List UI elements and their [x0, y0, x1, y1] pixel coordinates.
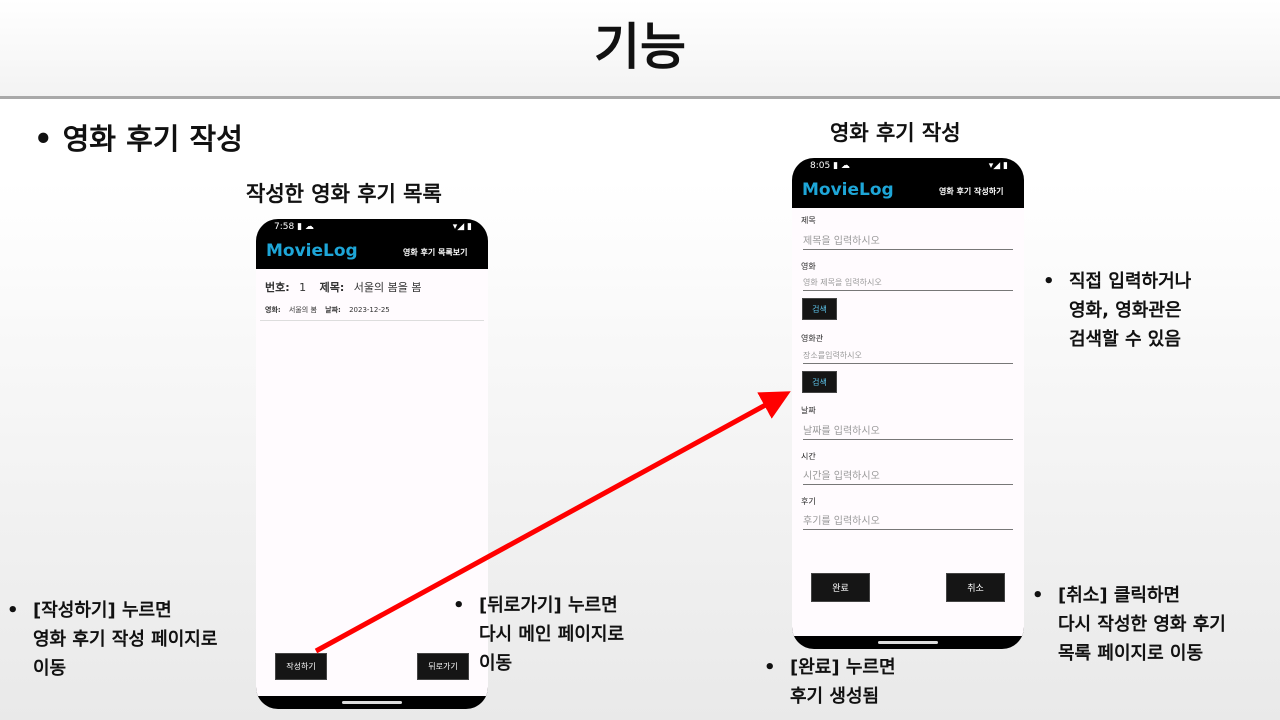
note-search: • 직접 입력하거나 영화, 영화관은 검색할 수 있음 — [1043, 267, 1192, 354]
note-line: 이동 — [33, 658, 67, 679]
note-line: [취소] 클릭하면 — [1058, 585, 1181, 606]
note-done-button: • [완료] 누르면 후기 생성됨 — [764, 653, 896, 711]
bullet-dot: • — [453, 595, 465, 616]
note-cancel-button: • [취소] 클릭하면 다시 작성한 영화 후기 목록 페이지로 이동 — [1032, 581, 1226, 668]
bullet-dot: • — [764, 657, 776, 678]
note-line: 영화 후기 작성 페이지로 — [33, 629, 218, 650]
note-line: [뒤로가기] 누르면 — [479, 595, 618, 616]
note-line: [작성하기] 누르면 — [33, 600, 172, 621]
note-line: 다시 메인 페이지로 — [479, 624, 625, 645]
note-line: 검색할 수 있음 — [1069, 329, 1181, 350]
note-line: 다시 작성한 영화 후기 — [1058, 614, 1226, 635]
note-line: 목록 페이지로 이동 — [1058, 643, 1204, 664]
bullet-dot: • — [1032, 585, 1044, 606]
bullet-dot: • — [1043, 271, 1055, 292]
note-line: 후기 생성됨 — [790, 686, 880, 707]
note-line: 이동 — [479, 653, 513, 674]
bullet-dot: • — [7, 600, 19, 621]
note-line: 영화, 영화관은 — [1069, 300, 1182, 321]
note-back-button: • [뒤로가기] 누르면 다시 메인 페이지로 이동 — [453, 591, 625, 678]
note-line: [완료] 누르면 — [790, 657, 896, 678]
note-line: 직접 입력하거나 — [1069, 271, 1192, 292]
note-write-button: • [작성하기] 누르면 영화 후기 작성 페이지로 이동 — [7, 596, 218, 683]
